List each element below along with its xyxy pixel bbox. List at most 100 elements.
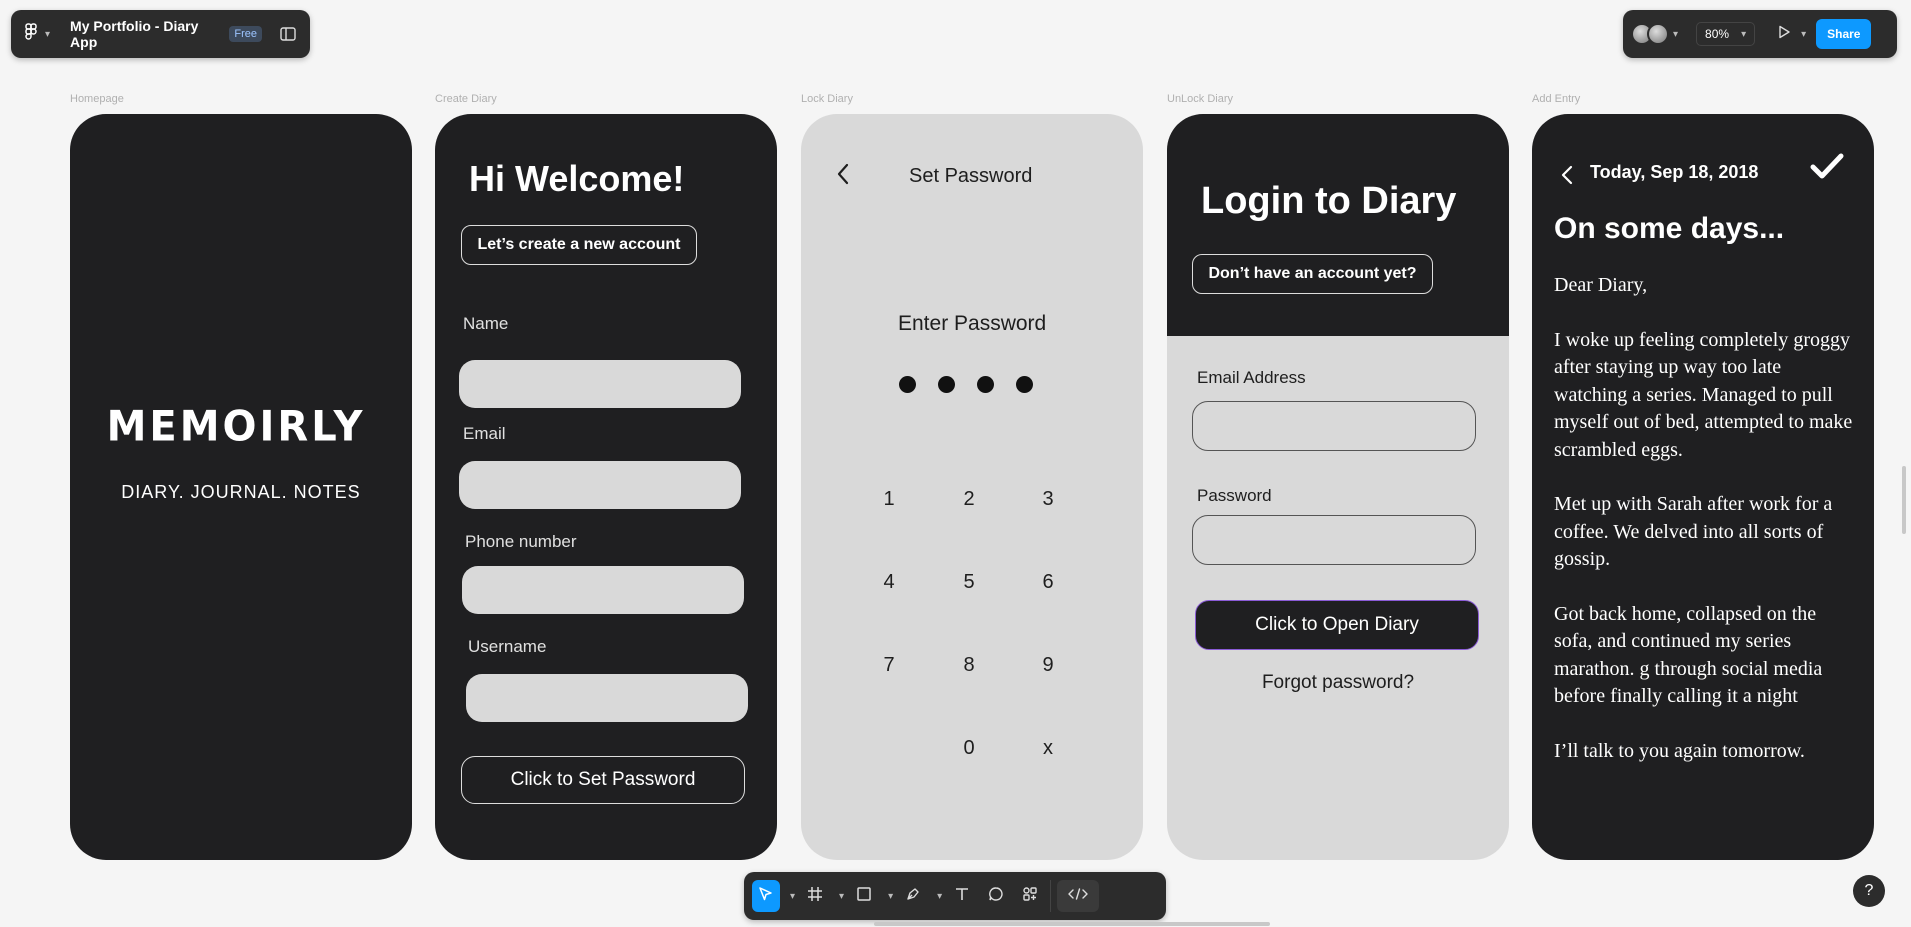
hash-frame-icon <box>807 886 823 907</box>
tools-toolbar: ▾ ▾ ▾ ▾ <box>744 872 1166 920</box>
entry-body[interactable]: Dear Diary, I woke up feeling completely… <box>1554 272 1854 792</box>
entry-date: Today, Sep 18, 2018 <box>1590 162 1759 182</box>
chevron-down-icon[interactable]: ▾ <box>888 891 893 902</box>
entry-paragraph: I woke up feeling completely groggy afte… <box>1554 328 1853 461</box>
main-menu-button[interactable]: ▾ <box>25 22 51 46</box>
password-field[interactable] <box>1192 515 1476 565</box>
forgot-password-link[interactable]: Forgot password? <box>1167 672 1509 694</box>
frame-label-unlock-diary[interactable]: UnLock Diary <box>1167 93 1233 105</box>
frame-label-create-diary[interactable]: Create Diary <box>435 93 497 105</box>
figma-logo-icon <box>25 22 37 46</box>
file-panel: ▾ My Portfolio - Diary App Free <box>11 10 310 58</box>
keypad-key-2[interactable]: 2 <box>949 488 989 511</box>
frame-label-add-entry[interactable]: Add Entry <box>1532 93 1580 105</box>
name-label: Name <box>463 314 509 333</box>
chevron-down-icon[interactable]: ▾ <box>1673 29 1678 40</box>
shape-tool[interactable] <box>850 880 878 912</box>
share-button[interactable]: Share <box>1816 19 1872 49</box>
file-title[interactable]: My Portfolio - Diary App <box>70 18 221 50</box>
keypad-delete-key[interactable]: x <box>1028 737 1068 760</box>
no-account-button[interactable]: Don’t have an account yet? <box>1192 254 1433 294</box>
homepage-frame[interactable]: MEMOIRLY DIARY. JOURNAL. NOTES <box>70 114 412 860</box>
name-field[interactable] <box>459 360 741 408</box>
add-entry-frame[interactable]: Today, Sep 18, 2018 On some days... Dear… <box>1532 114 1874 860</box>
frame-tool[interactable] <box>801 880 829 912</box>
enter-password-prompt: Enter Password <box>898 312 1047 335</box>
zoom-value: 80% <box>1705 27 1730 41</box>
unlock-diary-frame[interactable]: Login to Diary Don’t have an account yet… <box>1167 114 1509 860</box>
login-header <box>1167 114 1509 336</box>
text-icon <box>954 886 970 907</box>
entry-paragraph: Met up with Sarah after work for a coffe… <box>1554 493 1833 570</box>
chevron-down-icon[interactable]: ▾ <box>937 891 942 902</box>
checkmark-icon[interactable] <box>1810 150 1844 189</box>
comment-tool[interactable] <box>982 880 1010 912</box>
horizontal-scrollbar[interactable] <box>874 922 1270 926</box>
keypad-key-4[interactable]: 4 <box>869 571 909 594</box>
email-field[interactable] <box>459 461 741 509</box>
password-label: Password <box>1197 486 1272 505</box>
set-password-title: Set Password <box>909 165 1033 187</box>
keypad-key-8[interactable]: 8 <box>949 654 989 677</box>
chevron-down-icon: ▾ <box>45 28 51 40</box>
pen-icon <box>905 886 921 907</box>
lock-diary-frame[interactable]: Set Password Enter Password 1 2 3 4 5 6 … <box>801 114 1143 860</box>
dev-mode-toggle[interactable] <box>1057 880 1100 912</box>
move-tool[interactable] <box>752 880 780 912</box>
keypad-key-0[interactable]: 0 <box>949 737 989 760</box>
plan-badge[interactable]: Free <box>229 26 262 42</box>
chevron-down-icon[interactable]: ▾ <box>790 891 795 902</box>
username-field[interactable] <box>466 674 748 722</box>
email-label: Email <box>463 424 506 443</box>
resources-grid-icon <box>1022 886 1038 907</box>
open-diary-button[interactable]: Click to Open Diary <box>1195 600 1479 650</box>
email-address-label: Email Address <box>1197 368 1306 387</box>
phone-field[interactable] <box>462 566 744 614</box>
comment-bubble-icon <box>988 886 1004 907</box>
frame-label-lock-diary[interactable]: Lock Diary <box>801 93 853 105</box>
collab-panel: ▾ 80% ▾ ▾ Share <box>1623 10 1897 58</box>
login-title: Login to Diary <box>1201 180 1457 222</box>
collaborator-avatars[interactable]: ▾ <box>1631 23 1678 45</box>
vertical-scrollbar[interactable] <box>1902 466 1906 534</box>
app-tagline: DIARY. JOURNAL. NOTES <box>121 482 361 502</box>
set-password-button[interactable]: Click to Set Password <box>461 756 745 804</box>
entry-title: On some days... <box>1554 212 1785 245</box>
email-address-field[interactable] <box>1192 401 1476 451</box>
frame-label-homepage[interactable]: Homepage <box>70 93 124 105</box>
resources-tool[interactable] <box>1016 880 1044 912</box>
keypad-key-1[interactable]: 1 <box>869 488 909 511</box>
keypad-key-7[interactable]: 7 <box>869 654 909 677</box>
entry-paragraph: I’ll talk to you again tomorrow. <box>1554 739 1805 762</box>
chevron-down-icon[interactable]: ▾ <box>839 891 844 902</box>
code-icon <box>1067 887 1089 906</box>
cursor-arrow-icon <box>758 886 774 907</box>
password-dot <box>938 376 955 393</box>
avatar[interactable] <box>1647 23 1669 45</box>
play-icon <box>1777 25 1791 44</box>
phone-label: Phone number <box>465 532 577 551</box>
keypad-key-6[interactable]: 6 <box>1028 571 1068 594</box>
rectangle-icon <box>856 886 872 907</box>
password-dots <box>899 376 1033 393</box>
pen-tool[interactable] <box>899 880 927 912</box>
back-chevron-icon[interactable] <box>1560 160 1574 194</box>
keypad-key-9[interactable]: 9 <box>1028 654 1068 677</box>
keypad-key-3[interactable]: 3 <box>1028 488 1068 511</box>
chevron-down-icon[interactable]: ▾ <box>1801 29 1806 40</box>
toolbar-divider <box>1050 880 1052 912</box>
help-button[interactable]: ? <box>1853 875 1885 907</box>
chevron-down-icon: ▾ <box>1741 28 1747 40</box>
present-button[interactable]: ▾ <box>1777 25 1806 44</box>
sidebar-toggle-icon[interactable] <box>280 27 296 41</box>
back-chevron-icon[interactable] <box>835 160 851 194</box>
password-dot <box>899 376 916 393</box>
password-dot <box>977 376 994 393</box>
keypad-key-5[interactable]: 5 <box>949 571 989 594</box>
zoom-dropdown[interactable]: 80% ▾ <box>1696 22 1756 46</box>
entry-paragraph: Dear Diary, <box>1554 274 1648 296</box>
create-account-label: Let’s create a new account <box>461 225 697 265</box>
create-diary-frame[interactable]: Hi Welcome! Let’s create a new account N… <box>435 114 777 860</box>
entry-paragraph: Got back home, collapsed on the sofa, an… <box>1554 602 1823 708</box>
text-tool[interactable] <box>948 880 976 912</box>
